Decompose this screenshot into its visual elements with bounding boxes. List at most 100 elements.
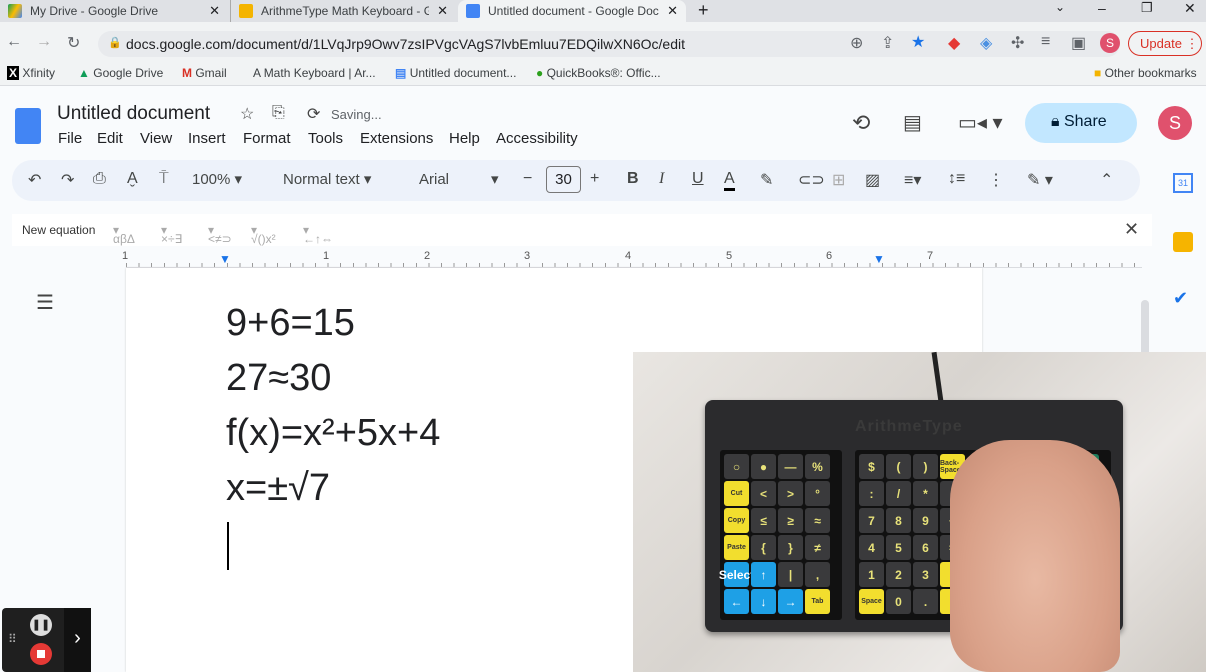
font-size-input[interactable]: 30	[546, 166, 581, 193]
drag-handle-icon[interactable]: ⠿	[8, 632, 17, 646]
version-history-icon[interactable]: ⟲	[852, 110, 870, 136]
extension-icon[interactable]: ◈	[980, 33, 992, 53]
address-bar[interactable]: 🔒 docs.google.com/document/d/1LVqJrp9Owv7…	[98, 31, 1120, 57]
menu-edit[interactable]: Edit	[97, 130, 123, 147]
print-icon[interactable]: ⎙	[93, 170, 106, 188]
text-color-button[interactable]: A	[724, 170, 735, 191]
document-outline-icon[interactable]: ☰	[36, 290, 54, 315]
editing-mode-icon[interactable]: ✎ ▾	[1027, 170, 1053, 190]
operators-menu[interactable]: ×÷∃ ▾	[161, 223, 182, 246]
bookmark-google-drive[interactable]: ▲ Google Drive	[78, 66, 163, 80]
document-title[interactable]: Untitled document	[57, 103, 210, 125]
equation-line[interactable]: 27≈30	[226, 357, 331, 400]
menu-accessibility[interactable]: Accessibility	[496, 130, 578, 147]
equation-line[interactable]: x=±√7	[226, 467, 330, 510]
line-spacing-icon[interactable]: ↕≡	[948, 170, 965, 188]
underline-button[interactable]: U	[692, 170, 704, 188]
menu-view[interactable]: View	[140, 130, 172, 147]
calendar-icon[interactable]: 31	[1173, 173, 1193, 193]
ruler-label: 3	[524, 250, 531, 262]
back-icon[interactable]: ←	[6, 33, 22, 51]
align-icon[interactable]: ≡▾	[904, 170, 921, 190]
collapse-menus-icon[interactable]: ⌃	[1100, 170, 1113, 190]
link-icon[interactable]: ⊂⊃	[798, 170, 825, 190]
highlight-icon[interactable]: ✎	[760, 170, 773, 190]
docs-logo[interactable]	[15, 108, 41, 144]
tab-search-icon[interactable]: ⌄	[1055, 0, 1065, 14]
menu-help[interactable]: Help	[449, 130, 480, 147]
expand-icon[interactable]: ›	[64, 608, 91, 672]
keep-icon[interactable]	[1173, 232, 1193, 252]
menu-format[interactable]: Format	[243, 130, 291, 147]
account-avatar[interactable]: S	[1158, 106, 1192, 140]
right-indent-marker[interactable]: ▼	[873, 252, 885, 266]
undo-icon[interactable]: ↶	[28, 170, 41, 190]
arrows-menu[interactable]: ←↑⇔ ▾	[303, 223, 333, 246]
new-equation-button[interactable]: New equation	[22, 223, 95, 237]
menu-tools[interactable]: Tools	[308, 130, 343, 147]
close-equation-toolbar-icon[interactable]: ✕	[1124, 219, 1139, 240]
share-page-icon[interactable]: ⇪	[881, 33, 894, 53]
move-folder-icon[interactable]: ⎘	[272, 104, 285, 122]
close-tab-icon[interactable]: ✕	[667, 3, 678, 19]
math-operations-menu[interactable]: √()x² ▾	[251, 223, 276, 246]
paint-format-icon[interactable]: ⍑	[159, 170, 169, 188]
side-panel-icon[interactable]: ▣	[1071, 33, 1086, 53]
comments-icon[interactable]: ▤	[903, 110, 922, 135]
other-bookmarks[interactable]: ■ Other bookmarks	[1094, 66, 1197, 80]
forward-icon[interactable]: →	[36, 33, 52, 51]
bookmark-star-icon[interactable]: ★	[911, 32, 925, 52]
equation-line[interactable]: f(x)=x²+5x+4	[226, 412, 440, 455]
bookmark-math-keyboard[interactable]: A Math Keyboard | Ar...	[253, 66, 376, 80]
keyboard-key: |	[778, 562, 803, 587]
extension-icon[interactable]: ◆	[948, 33, 960, 53]
relations-menu[interactable]: <≠⊃ ▾	[208, 223, 232, 246]
bookmark-quickbooks[interactable]: ● QuickBooks®: Offic...	[536, 66, 661, 80]
tab-untitled-document[interactable]: Untitled document - Google Doc ✕	[458, 0, 686, 22]
saving-icon: ⟳	[307, 106, 321, 123]
tab-my-drive[interactable]: My Drive - Google Drive ✕	[0, 0, 228, 22]
menu-insert[interactable]: Insert	[188, 130, 226, 147]
close-tab-icon[interactable]: ✕	[209, 3, 220, 19]
bookmark-xfinity[interactable]: X Xfinity	[7, 66, 55, 80]
star-icon[interactable]: ☆	[240, 104, 254, 124]
maximize-button[interactable]: ❐	[1141, 0, 1153, 16]
italic-button[interactable]: I	[659, 170, 664, 188]
tasks-icon[interactable]: ✔	[1173, 288, 1188, 309]
stop-button[interactable]	[30, 643, 52, 665]
left-indent-marker[interactable]: ▼	[219, 252, 231, 266]
new-tab-button[interactable]: +	[698, 0, 709, 21]
decrease-font-size-button[interactable]: −	[523, 170, 532, 188]
profile-avatar[interactable]: S	[1100, 33, 1120, 53]
bookmark-gmail[interactable]: M Gmail	[182, 66, 227, 80]
equation-line[interactable]: 9+6=15	[226, 302, 355, 345]
greek-letters-menu[interactable]: αβΔ ▾	[113, 223, 135, 246]
ruler[interactable]	[126, 250, 1142, 268]
increase-font-size-button[interactable]: +	[590, 170, 599, 188]
zoom-select[interactable]: 100% ▾	[192, 170, 242, 188]
scrollbar[interactable]	[1141, 300, 1149, 360]
spellcheck-icon[interactable]: A̬	[127, 170, 138, 188]
tab-arithmetype[interactable]: ArithmeType Math Keyboard - Go ✕	[230, 0, 456, 22]
bookmark-untitled-document[interactable]: ▤ Untitled document...	[395, 66, 516, 80]
pause-button[interactable]: ❚❚	[30, 614, 52, 636]
zoom-icon[interactable]: ⊕	[850, 33, 863, 53]
reload-icon[interactable]: ↻	[67, 33, 80, 53]
menu-file[interactable]: File	[58, 130, 82, 147]
minimize-button[interactable]: –	[1098, 0, 1106, 16]
close-tab-icon[interactable]: ✕	[437, 3, 448, 19]
font-select[interactable]: Arial ▾	[419, 170, 499, 188]
media-icon[interactable]: ≡	[1041, 33, 1050, 51]
menu-extensions[interactable]: Extensions	[360, 130, 433, 147]
redo-icon[interactable]: ↷	[61, 170, 74, 190]
meet-icon[interactable]: ▭◂ ▾	[958, 110, 1003, 135]
close-window-button[interactable]: ✕	[1184, 0, 1196, 17]
add-comment-icon[interactable]: ⊞	[832, 170, 845, 190]
share-button[interactable]: 🔒︎ Share	[1025, 103, 1137, 143]
style-select[interactable]: Normal text ▾	[283, 170, 371, 188]
extensions-puzzle-icon[interactable]: ✣	[1011, 33, 1024, 53]
bold-button[interactable]: B	[627, 170, 639, 188]
insert-image-icon[interactable]: ▨	[865, 170, 880, 190]
more-options-icon[interactable]: ⋮	[988, 170, 1004, 190]
update-button[interactable]: Update ⋮	[1128, 31, 1202, 56]
